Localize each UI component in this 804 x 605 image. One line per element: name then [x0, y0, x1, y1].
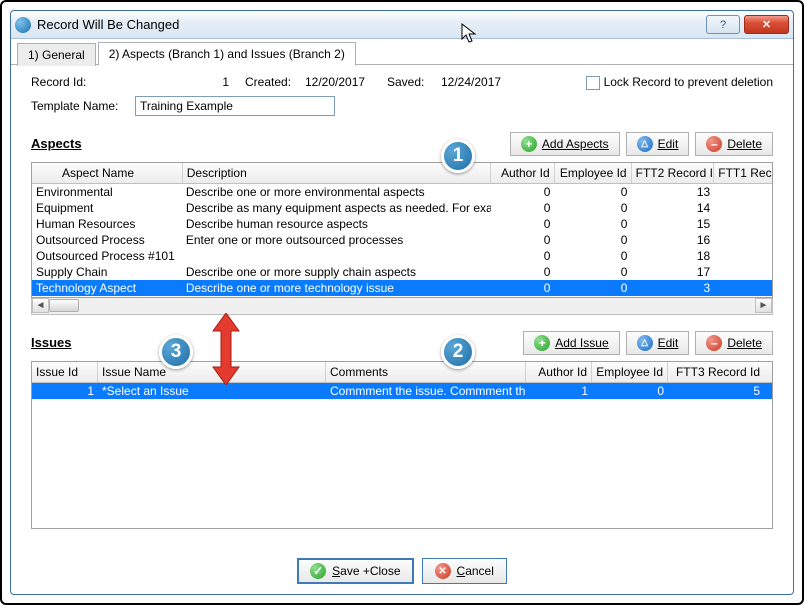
aspects-title: Aspects: [31, 136, 82, 151]
table-row[interactable]: EnvironmentalDescribe one or more enviro…: [32, 184, 772, 200]
titlebar: Record Will Be Changed ? ✕: [11, 11, 793, 39]
edit-icon: [637, 136, 653, 152]
delete-icon: [706, 136, 722, 152]
issues-title: Issues: [31, 335, 71, 350]
lock-record-checkbox[interactable]: Lock Record to prevent deletion: [586, 75, 773, 90]
template-name-input[interactable]: [135, 96, 335, 116]
scroll-left-icon[interactable]: ◄: [32, 298, 49, 313]
col-ftt1[interactable]: FTT1 Rec: [714, 163, 772, 183]
app-icon: [15, 17, 31, 33]
callout-3: 3: [159, 335, 193, 369]
table-row[interactable]: Human ResourcesDescribe human resource a…: [32, 216, 772, 232]
template-name-label: Template Name:: [31, 99, 125, 113]
created-value: 12/20/2017: [305, 75, 377, 89]
checkbox-icon: [586, 76, 600, 90]
plus-icon: [521, 136, 537, 152]
col-ftt2[interactable]: FTT2 Record Id: [632, 163, 715, 183]
issues-grid-header: Issue Id Issue Name Comments Author Id E…: [32, 362, 772, 383]
table-row[interactable]: Supply ChainDescribe one or more supply …: [32, 264, 772, 280]
cancel-button[interactable]: Cancel: [422, 558, 507, 584]
delete-issue-button[interactable]: Delete: [695, 331, 773, 355]
table-row[interactable]: 1*Select an IssueCommment the issue. Com…: [32, 383, 772, 399]
edit-icon: [637, 335, 653, 351]
callout-1: 1: [441, 139, 475, 173]
record-id-value: 1: [135, 75, 235, 89]
col-aspect-name[interactable]: Aspect Name: [32, 163, 183, 183]
delete-icon: [706, 335, 722, 351]
aspects-hscrollbar[interactable]: ◄ ►: [31, 298, 773, 315]
col-employee-id[interactable]: Employee Id: [555, 163, 632, 183]
record-id-label: Record Id:: [31, 75, 125, 89]
add-aspects-button[interactable]: Add Aspects: [510, 132, 620, 156]
table-row[interactable]: Outsourced ProcessEnter one or more outs…: [32, 232, 772, 248]
callout-2: 2: [441, 335, 475, 369]
tab-aspects-issues[interactable]: 2) Aspects (Branch 1) and Issues (Branch…: [98, 42, 356, 66]
col-ftt3[interactable]: FTT3 Record Id: [668, 362, 764, 382]
add-issue-button[interactable]: Add Issue: [523, 331, 619, 355]
scroll-right-icon[interactable]: ►: [755, 298, 772, 313]
check-icon: [310, 563, 326, 579]
edit-aspect-button[interactable]: Edit: [626, 132, 690, 156]
cursor-icon: [461, 23, 477, 45]
plus-icon: [534, 335, 550, 351]
help-button[interactable]: ?: [706, 15, 740, 34]
col-author-id[interactable]: Author Id: [491, 163, 555, 183]
aspects-grid-header: Aspect Name Description Author Id Employ…: [32, 163, 772, 184]
table-row[interactable]: EquipmentDescribe as many equipment aspe…: [32, 200, 772, 216]
lock-record-label: Lock Record to prevent deletion: [604, 75, 773, 89]
cancel-icon: [435, 563, 451, 579]
close-button[interactable]: ✕: [744, 15, 789, 34]
saved-value: 12/24/2017: [441, 75, 513, 89]
col-issue-id[interactable]: Issue Id: [32, 362, 98, 382]
issues-grid[interactable]: Issue Id Issue Name Comments Author Id E…: [31, 361, 773, 529]
tab-general[interactable]: 1) General: [17, 43, 96, 66]
scroll-thumb[interactable]: [49, 299, 79, 312]
saved-label: Saved:: [387, 75, 431, 89]
aspects-grid[interactable]: Aspect Name Description Author Id Employ…: [31, 162, 773, 298]
col-employee-id[interactable]: Employee Id: [592, 362, 668, 382]
tabstrip: 1) General 2) Aspects (Branch 1) and Iss…: [11, 39, 793, 65]
table-row[interactable]: Technology AspectDescribe one or more te…: [32, 280, 772, 296]
col-author-id[interactable]: Author Id: [526, 362, 592, 382]
table-row[interactable]: Outsourced Process #1010018: [32, 248, 772, 264]
edit-issue-button[interactable]: Edit: [626, 331, 690, 355]
window-title: Record Will Be Changed: [37, 17, 702, 32]
created-label: Created:: [245, 75, 295, 89]
delete-aspect-button[interactable]: Delete: [695, 132, 773, 156]
double-arrow-icon: [211, 313, 241, 385]
col-comments[interactable]: Comments: [326, 362, 526, 382]
save-close-button[interactable]: Save +Close: [297, 558, 413, 584]
